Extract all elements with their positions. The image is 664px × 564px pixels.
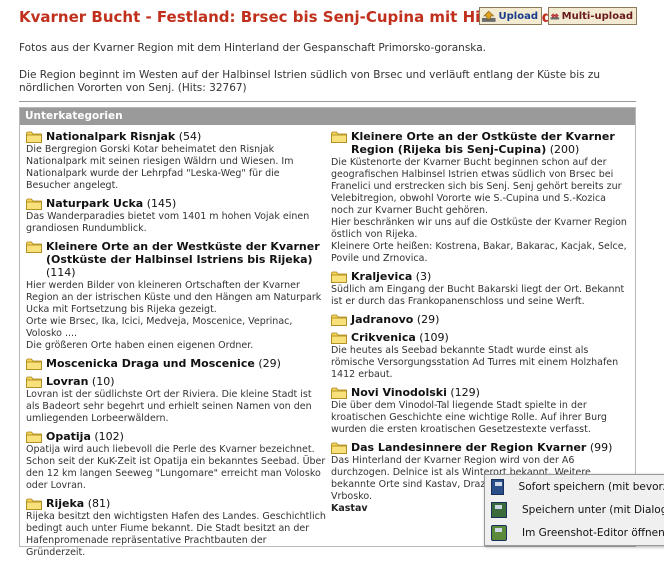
- category-title[interactable]: Jadranovo: [351, 313, 413, 326]
- category-item: Nationalpark Risnjak (54) Die Bergregion …: [26, 130, 326, 192]
- category-item: Moscenicka Draga und Moscenice (29): [26, 357, 326, 370]
- category-description: Rijeka besitzt den wichtigsten Hafen des…: [26, 511, 326, 558]
- category-title[interactable]: Novi Vinodolski: [351, 386, 447, 399]
- category-link[interactable]: Moscenicka Draga und Moscenice (29): [26, 357, 326, 370]
- context-menu-item-save[interactable]: Sofort speichern (mit bevorzu: [485, 475, 664, 498]
- left-column: Nationalpark Risnjak (54) Die Bergregion …: [26, 130, 326, 564]
- category-link[interactable]: Kleinere Orte an der Westküste der Kvarn…: [26, 240, 326, 279]
- category-title[interactable]: Kleinere Orte an der Westküste der Kvarn…: [46, 240, 320, 266]
- context-menu-label: Sofort speichern (mit bevorzu: [518, 480, 664, 493]
- category-title[interactable]: Rijeka: [46, 497, 84, 510]
- category-link[interactable]: Opatija (102): [26, 430, 326, 443]
- context-menu-item-save-as[interactable]: Speichern unter (mit Dialog): [485, 498, 664, 521]
- category-item: Kraljevica (3) Südlich am Eingang der Buc…: [331, 270, 631, 308]
- category-title[interactable]: Nationalpark Risnjak: [46, 130, 175, 143]
- context-menu-label: Speichern unter (mit Dialog): [522, 503, 664, 516]
- category-title[interactable]: Lovran: [46, 375, 88, 388]
- category-count: (102): [94, 430, 124, 443]
- category-title[interactable]: Kraljevica: [351, 270, 412, 283]
- save-as-icon: [491, 501, 507, 518]
- context-menu-label: Im Greenshot-Editor öffnen: [522, 526, 664, 539]
- folder-icon: [26, 358, 42, 370]
- multi-upload-button[interactable]: Multi-upload: [548, 7, 637, 25]
- category-title[interactable]: Opatija: [46, 430, 91, 443]
- category-description: Südlich am Eingang der Bucht Bakarski li…: [331, 284, 625, 307]
- intro-text: Fotos aus der Kvarner Region mit dem Hin…: [19, 42, 486, 54]
- upload-label: Upload: [498, 10, 538, 22]
- category-count: (54): [178, 130, 202, 143]
- category-item: Opatija (102) Opatija wird auch liebevoll…: [26, 430, 326, 492]
- folder-icon: [26, 241, 42, 253]
- multi-upload-icon: [550, 12, 560, 19]
- category-link[interactable]: Kraljevica (3): [331, 270, 631, 283]
- folder-icon: [331, 332, 347, 344]
- category-count: (114): [46, 266, 76, 279]
- category-link[interactable]: Nationalpark Risnjak (54): [26, 130, 326, 143]
- category-description: Hier werden Bilder von kleineren Ortscha…: [26, 280, 322, 351]
- category-description: Die heutes als Seebad bekannte Stadt wur…: [331, 345, 619, 380]
- editor-icon: [491, 524, 507, 541]
- category-item: Crikvenica (109) Die heutes als Seebad be…: [331, 331, 631, 381]
- category-description: Die über dem Vinodol-Tal liegende Stadt …: [331, 400, 607, 435]
- context-menu-item-editor[interactable]: Im Greenshot-Editor öffnen: [485, 521, 664, 544]
- category-count: (99): [589, 441, 613, 454]
- category-count: (129): [450, 386, 480, 399]
- category-link[interactable]: Rijeka (81): [26, 497, 326, 510]
- save-icon: [491, 478, 504, 495]
- upload-button[interactable]: Upload: [479, 7, 542, 25]
- upload-icon: [481, 10, 496, 22]
- category-item: Naturpark Ucka (145) Das Wanderparadies b…: [26, 197, 326, 235]
- category-description: Die Bergregion Gorski Kotar beheimatet d…: [26, 144, 294, 191]
- category-count: (145): [146, 197, 177, 210]
- category-count: (81): [87, 497, 111, 510]
- folder-icon: [331, 271, 347, 283]
- category-count: (200): [549, 143, 580, 156]
- category-link[interactable]: Naturpark Ucka (145): [26, 197, 326, 210]
- folder-icon: [26, 376, 42, 388]
- category-description: Opatija wird auch liebevoll die Perle de…: [26, 444, 326, 491]
- category-count: (29): [416, 313, 440, 326]
- folder-icon: [331, 131, 347, 143]
- category-link[interactable]: Lovran (10): [26, 375, 326, 388]
- category-link[interactable]: Crikvenica (109): [331, 331, 631, 344]
- category-count: (109): [419, 331, 449, 344]
- category-link[interactable]: Kleinere Orte an der Ostküste der Kvarne…: [331, 130, 631, 156]
- category-item: Jadranovo (29): [331, 313, 631, 326]
- category-link[interactable]: Das Landesinnere der Region Kvarner (99): [331, 441, 631, 454]
- folder-icon: [331, 387, 347, 399]
- folder-icon: [26, 131, 42, 143]
- category-link[interactable]: Jadranovo (29): [331, 313, 631, 326]
- subcategories-header: Unterkategorien: [20, 108, 635, 125]
- folder-icon: [26, 431, 42, 443]
- category-item: Novi Vinodolski (129) Die über dem Vinodo…: [331, 386, 631, 436]
- category-link[interactable]: Novi Vinodolski (129): [331, 386, 631, 399]
- folder-icon: [26, 498, 42, 510]
- category-description: Das Wanderparadies bietet vom 1401 m hoh…: [26, 211, 310, 234]
- category-count: (3): [415, 270, 432, 283]
- context-menu: Sofort speichern (mit bevorzu Speichern …: [484, 474, 664, 546]
- category-title[interactable]: Das Landesinnere der Region Kvarner: [351, 441, 586, 454]
- category-title[interactable]: Moscenicka Draga und Moscenice: [46, 357, 255, 370]
- category-description: Lovran ist der südlichste Ort der Rivier…: [26, 389, 312, 424]
- category-item: Rijeka (81) Rijeka besitzt den wichtigste…: [26, 497, 326, 559]
- category-title[interactable]: Naturpark Ucka: [46, 197, 143, 210]
- category-title[interactable]: Crikvenica: [351, 331, 416, 344]
- region-description: Die Region beginnt im Westen auf der Hal…: [19, 69, 601, 94]
- category-count: (29): [258, 357, 281, 370]
- folder-icon: [331, 314, 347, 326]
- right-column: Kleinere Orte an der Ostküste der Kvarne…: [331, 130, 631, 519]
- category-count: (10): [91, 375, 115, 388]
- page-title: Kvarner Bucht - Festland: Brsec bis Senj…: [19, 8, 553, 26]
- category-item: Lovran (10) Lovran ist der südlichste Ort…: [26, 375, 326, 425]
- multi-upload-label: Multi-upload: [561, 10, 633, 22]
- category-description: Die Küstenorte der Kvarner Bucht beginne…: [331, 157, 627, 264]
- folder-icon: [331, 442, 347, 454]
- category-item: Kleinere Orte an der Westküste der Kvarn…: [26, 240, 326, 352]
- category-item: Kleinere Orte an der Ostküste der Kvarne…: [331, 130, 631, 265]
- folder-icon: [26, 198, 42, 210]
- divider: [19, 101, 636, 102]
